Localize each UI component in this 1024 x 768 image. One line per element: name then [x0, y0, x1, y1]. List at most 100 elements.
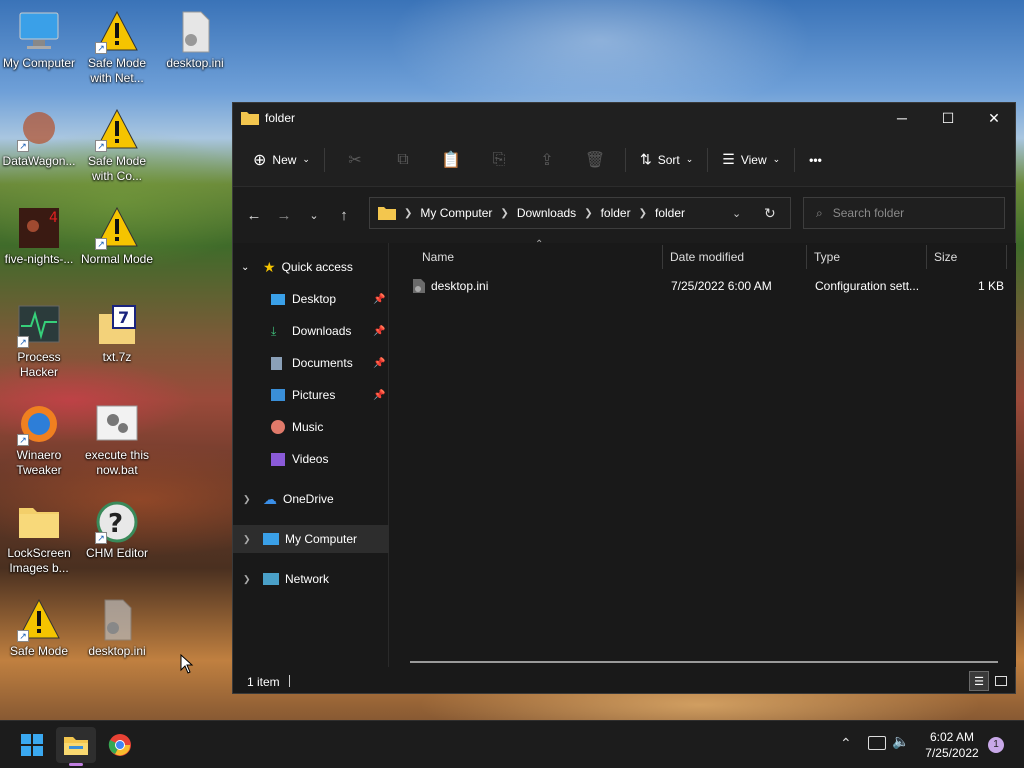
file-list: ⌃ Name Date modified Type Size desktop.i…: [390, 239, 1016, 667]
back-button[interactable]: ←: [239, 207, 269, 224]
address-history-button[interactable]: ⌄: [732, 207, 741, 220]
cut-button[interactable]: ✂: [331, 144, 379, 176]
breadcrumb-downloads[interactable]: Downloads: [517, 206, 576, 220]
breadcrumb-folder-current[interactable]: folder: [655, 206, 685, 220]
desktop-icon-safe-mode-command[interactable]: ↗ Safe Mode with Co...: [78, 108, 156, 184]
item-count: 1 item: [247, 675, 280, 689]
horizontal-scrollbar[interactable]: [410, 661, 998, 663]
breadcrumb-my-computer[interactable]: My Computer: [420, 206, 492, 220]
active-indicator: [69, 763, 83, 766]
close-button[interactable]: ✕: [971, 103, 1017, 133]
rename-button[interactable]: ⎘: [475, 144, 523, 176]
desktop-icon-my-computer[interactable]: My Computer: [0, 10, 78, 71]
folder-icon: [17, 500, 61, 544]
nav-downloads[interactable]: ⤓ Downloads 📌: [233, 317, 389, 345]
desktop-icon-txt-7z[interactable]: 7 txt.7z: [78, 304, 156, 365]
view-button[interactable]: ☰ View ⌄: [714, 144, 788, 176]
chevron-down-icon: ⌄: [309, 209, 319, 222]
desktop-icon-execute-bat[interactable]: execute this now.bat: [78, 402, 156, 478]
nav-desktop[interactable]: Desktop 📌: [233, 285, 389, 313]
nav-music[interactable]: Music: [233, 413, 389, 441]
column-header-date[interactable]: Date modified: [670, 243, 744, 271]
show-hidden-icons-button[interactable]: ⌃: [840, 735, 852, 752]
ini-file-icon: [95, 598, 139, 642]
tiles-view-button[interactable]: [991, 671, 1011, 691]
toolbar-divider: [624, 147, 626, 172]
desktop-icon-normal-mode[interactable]: ↗ Normal Mode: [78, 206, 156, 267]
desktop-icon-desktop-ini[interactable]: desktop.ini: [156, 10, 234, 71]
monitor-icon: [17, 10, 61, 54]
search-input[interactable]: ⌕ Search folder: [803, 197, 1005, 229]
column-divider[interactable]: [1006, 245, 1007, 269]
clock[interactable]: 6:02 AM 7/25/2022: [920, 729, 984, 761]
pin-icon: 📌: [373, 357, 386, 369]
network-status-icon[interactable]: [868, 736, 886, 750]
desktop-icon-safe-mode-network[interactable]: ↗ Safe Mode with Net...: [78, 10, 156, 86]
volume-icon[interactable]: 🔈: [892, 733, 909, 750]
refresh-icon: ↻: [764, 204, 776, 221]
delete-button[interactable]: 🗑: [571, 144, 619, 176]
maximize-button[interactable]: ☐: [925, 103, 971, 133]
chevron-right-icon: ❯: [404, 207, 413, 219]
folder-icon: [241, 112, 259, 125]
desktop-icon-winaero[interactable]: ↗ Winaero Tweaker: [0, 402, 78, 478]
notification-badge[interactable]: 1: [988, 737, 1004, 753]
svg-text:4: 4: [49, 210, 58, 226]
shortcut-arrow-icon: ↗: [17, 434, 29, 446]
archive-icon: 7: [95, 304, 139, 348]
taskbar-chrome[interactable]: [100, 727, 140, 763]
download-icon: ⤓: [271, 323, 277, 338]
sort-indicator-icon: ⌃: [535, 239, 544, 250]
pictures-icon: [271, 389, 285, 401]
nav-pictures[interactable]: Pictures 📌: [233, 381, 389, 409]
desktop-icon-lockscreen-folder[interactable]: LockScreen Images b...: [0, 500, 78, 576]
forward-button[interactable]: →: [269, 207, 299, 224]
taskbar-file-explorer[interactable]: [56, 727, 96, 766]
paste-button[interactable]: 📋: [427, 144, 475, 176]
status-bar: 1 item ☰: [233, 669, 1015, 693]
copy-icon: ⧉: [397, 150, 409, 168]
nav-videos[interactable]: Videos: [233, 445, 389, 473]
nav-my-computer[interactable]: ❯ My Computer: [233, 525, 389, 553]
desktop-icon: [271, 293, 285, 305]
file-date: 7/25/2022 6:00 AM: [671, 279, 772, 293]
column-divider[interactable]: [806, 245, 807, 269]
desktop-icon-process-hacker[interactable]: ↗ Process Hacker: [0, 304, 78, 380]
column-header-type[interactable]: Type: [814, 243, 840, 271]
nav-quick-access[interactable]: ⌄ ★ Quick access: [233, 253, 389, 281]
sort-button[interactable]: ⇅ Sort ⌄: [632, 144, 701, 176]
title-bar[interactable]: folder ─ ☐ ✕: [233, 103, 1015, 133]
copy-button[interactable]: ⧉: [379, 144, 427, 176]
arrow-left-icon: ←: [246, 206, 262, 224]
chevron-down-icon: ⌄: [241, 261, 250, 273]
chevron-down-icon: ⌄: [732, 207, 742, 220]
videos-icon: [271, 452, 285, 466]
desktop-icon-safe-mode[interactable]: ↗ Safe Mode: [0, 598, 78, 659]
desktop-icon-five-nights[interactable]: 4 five-nights-...: [0, 206, 78, 267]
details-view-button[interactable]: ☰: [969, 671, 989, 691]
desktop-icon-datawagon[interactable]: ↗ DataWagon...: [0, 108, 78, 169]
more-options-button[interactable]: •••: [801, 144, 830, 176]
shortcut-arrow-icon: ↗: [95, 140, 107, 152]
column-header-size[interactable]: Size: [934, 243, 957, 271]
window-title: folder: [265, 111, 296, 125]
refresh-button[interactable]: ↻: [764, 205, 776, 222]
nav-network[interactable]: ❯ Network: [233, 565, 389, 593]
column-divider[interactable]: [926, 245, 927, 269]
column-divider[interactable]: [662, 245, 663, 269]
share-button[interactable]: ⇪: [523, 144, 571, 176]
start-button[interactable]: [12, 727, 52, 763]
recent-locations-button[interactable]: ⌄: [299, 209, 329, 222]
address-bar[interactable]: ❯ My Computer ❯ Downloads ❯ folder ❯ fol…: [369, 197, 791, 229]
shortcut-arrow-icon: ↗: [17, 336, 29, 348]
desktop-icon-chm-editor[interactable]: ? ↗ CHM Editor: [78, 500, 156, 561]
breadcrumb-folder[interactable]: folder: [601, 206, 631, 220]
nav-onedrive[interactable]: ❯ ☁ OneDrive: [233, 485, 389, 513]
minimize-button[interactable]: ─: [879, 103, 925, 133]
desktop-icon-desktop-ini-2[interactable]: desktop.ini: [78, 598, 156, 659]
table-row[interactable]: desktop.ini 7/25/2022 6:00 AM Configurat…: [402, 275, 1012, 299]
nav-documents[interactable]: Documents 📌: [233, 349, 389, 377]
new-button[interactable]: ⊕ New ⌄: [245, 144, 318, 176]
up-button[interactable]: ↑: [329, 207, 359, 224]
column-header-name[interactable]: Name: [422, 243, 454, 271]
